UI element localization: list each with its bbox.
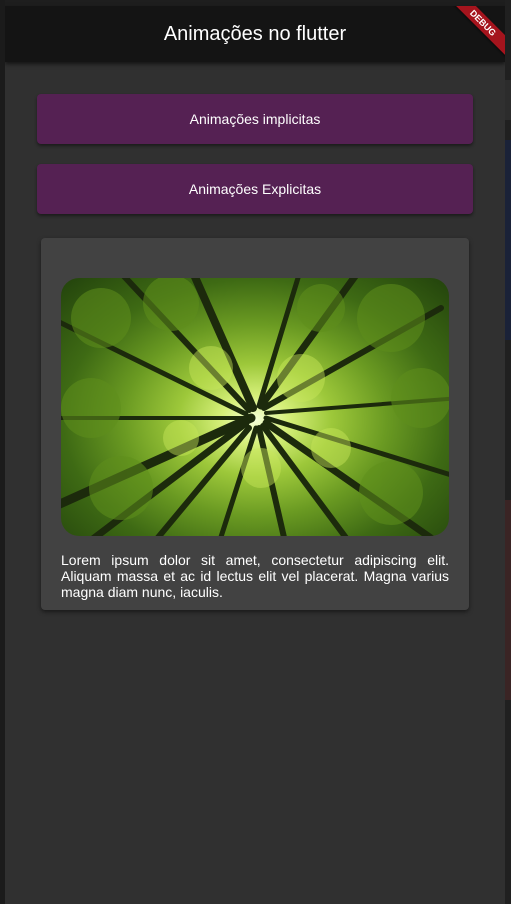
content-card: Lorem ipsum dolor sit amet, consectetur … <box>41 238 469 610</box>
debug-banner: DEBUG <box>446 6 505 66</box>
debug-banner-label: DEBUG <box>446 6 505 60</box>
app-window: Animações no flutter DEBUG Animações imp… <box>5 0 505 904</box>
implicit-animations-button[interactable]: Animações implicitas <box>37 94 473 144</box>
explicit-animations-button[interactable]: Animações Explicitas <box>37 164 473 214</box>
forest-canopy-image <box>61 278 449 536</box>
background-window-strip <box>505 0 511 904</box>
app-bar: Animações no flutter <box>5 6 505 62</box>
app-bar-title: Animações no flutter <box>163 23 347 45</box>
card-description: Lorem ipsum dolor sit amet, consectetur … <box>61 552 449 600</box>
